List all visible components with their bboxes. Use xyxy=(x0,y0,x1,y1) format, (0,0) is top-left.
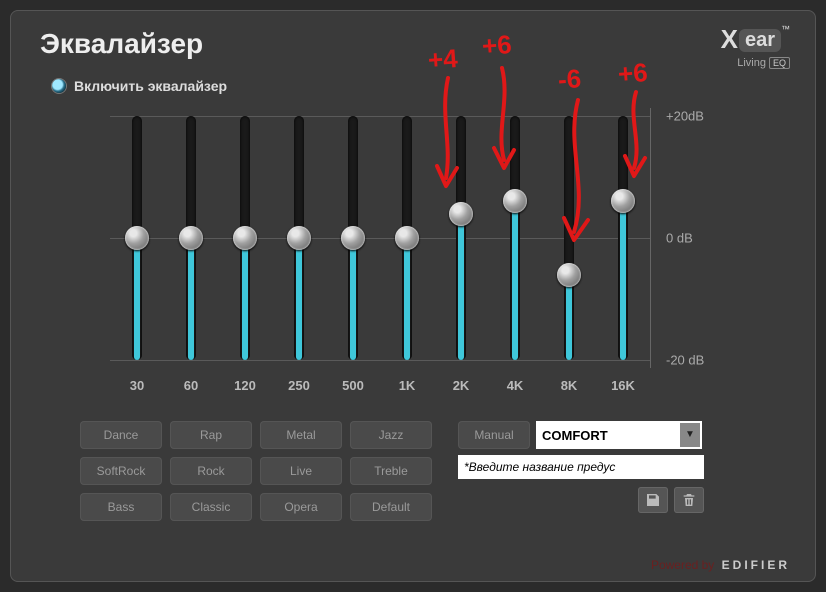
slider-fill xyxy=(458,214,464,360)
preset-softrock[interactable]: SoftRock xyxy=(80,457,162,485)
slider-fill xyxy=(404,238,410,360)
preset-jazz[interactable]: Jazz xyxy=(350,421,432,449)
manual-button[interactable]: Manual xyxy=(458,421,530,449)
eq-slider-250[interactable] xyxy=(272,108,326,368)
freq-label-16K: 16K xyxy=(596,378,650,393)
chevron-down-icon: ▼ xyxy=(680,423,700,447)
db-mid-label: 0 dB xyxy=(666,231,693,246)
preset-live[interactable]: Live xyxy=(260,457,342,485)
delete-preset-button[interactable] xyxy=(674,487,704,513)
eq-slider-60[interactable] xyxy=(164,108,218,368)
preset-metal[interactable]: Metal xyxy=(260,421,342,449)
slider-knob[interactable] xyxy=(125,226,149,250)
logo-ear: ear xyxy=(739,29,781,52)
freq-label-60: 60 xyxy=(164,378,218,393)
equalizer-panel: Эквалайзер Xear™ LivingEQ Включить эквал… xyxy=(10,10,816,582)
freq-label-1K: 1K xyxy=(380,378,434,393)
db-min-label: -20 dB xyxy=(666,353,704,368)
radio-on-icon xyxy=(52,79,66,93)
slider-fill xyxy=(134,238,140,360)
enable-equalizer-toggle[interactable]: Включить эквалайзер xyxy=(52,78,786,94)
logo-sub: LivingEQ xyxy=(721,57,790,69)
preset-bass[interactable]: Bass xyxy=(80,493,162,521)
slider-track xyxy=(564,116,574,360)
eq-slider-1K[interactable] xyxy=(380,108,434,368)
slider-knob[interactable] xyxy=(611,189,635,213)
save-preset-button[interactable] xyxy=(638,487,668,513)
freq-label-30: 30 xyxy=(110,378,164,393)
preset-opera[interactable]: Opera xyxy=(260,493,342,521)
preset-classic[interactable]: Classic xyxy=(170,493,252,521)
enable-label: Включить эквалайзер xyxy=(74,78,227,94)
preset-select[interactable]: COMFORT ▼ xyxy=(536,421,702,449)
logo-tm: ™ xyxy=(781,24,790,34)
slider-knob[interactable] xyxy=(449,202,473,226)
preset-default[interactable]: Default xyxy=(350,493,432,521)
slider-track xyxy=(618,116,628,360)
db-max-label: +20dB xyxy=(666,109,704,124)
footer-powered: Powered by xyxy=(651,558,714,572)
slider-knob[interactable] xyxy=(557,263,581,287)
eq-slider-500[interactable] xyxy=(326,108,380,368)
eq-graph: +20dB 0 dB -20 dB xyxy=(110,108,651,368)
freq-label-120: 120 xyxy=(218,378,272,393)
preset-treble[interactable]: Treble xyxy=(350,457,432,485)
slider-knob[interactable] xyxy=(395,226,419,250)
preset-rock[interactable]: Rock xyxy=(170,457,252,485)
eq-slider-16K[interactable] xyxy=(596,108,650,368)
slider-fill xyxy=(566,275,572,360)
slider-fill xyxy=(188,238,194,360)
preset-selected-label: COMFORT xyxy=(542,428,608,443)
save-icon xyxy=(645,492,661,508)
trash-icon xyxy=(681,492,697,508)
preset-right-column: Manual COMFORT ▼ *Введите название преду… xyxy=(458,421,704,513)
freq-label-4K: 4K xyxy=(488,378,542,393)
freq-label-2K: 2K xyxy=(434,378,488,393)
slider-knob[interactable] xyxy=(341,226,365,250)
eq-slider-4K[interactable] xyxy=(488,108,542,368)
slider-fill xyxy=(296,238,302,360)
slider-knob[interactable] xyxy=(179,226,203,250)
slider-knob[interactable] xyxy=(287,226,311,250)
slider-fill xyxy=(350,238,356,360)
eq-slider-2K[interactable] xyxy=(434,108,488,368)
preset-grid: Dance Rap Metal Jazz SoftRock Rock Live Treble B… xyxy=(80,421,432,521)
preset-name-input[interactable]: *Введите название предус xyxy=(458,455,704,479)
eq-slider-120[interactable] xyxy=(218,108,272,368)
footer: Powered by EDIFIER xyxy=(651,558,790,572)
preset-dance[interactable]: Dance xyxy=(80,421,162,449)
freq-label-250: 250 xyxy=(272,378,326,393)
footer-brand: EDIFIER xyxy=(722,558,790,572)
slider-knob[interactable] xyxy=(503,189,527,213)
eq-slider-8K[interactable] xyxy=(542,108,596,368)
preset-rap[interactable]: Rap xyxy=(170,421,252,449)
slider-fill xyxy=(620,201,626,360)
eq-area: +20dB 0 dB -20 dB 30601202505001K2K4K8K1… xyxy=(110,108,752,393)
slider-fill xyxy=(512,201,518,360)
freq-label-500: 500 xyxy=(326,378,380,393)
eq-slider-30[interactable] xyxy=(110,108,164,368)
slider-fill xyxy=(242,238,248,360)
presets-area: Dance Rap Metal Jazz SoftRock Rock Live Treble B… xyxy=(80,421,786,521)
brand-logo: Xear™ LivingEQ xyxy=(721,24,790,69)
slider-track xyxy=(510,116,520,360)
slider-track xyxy=(456,116,466,360)
logo-x: X xyxy=(721,24,737,54)
page-title: Эквалайзер xyxy=(40,28,786,60)
slider-knob[interactable] xyxy=(233,226,257,250)
freq-label-8K: 8K xyxy=(542,378,596,393)
